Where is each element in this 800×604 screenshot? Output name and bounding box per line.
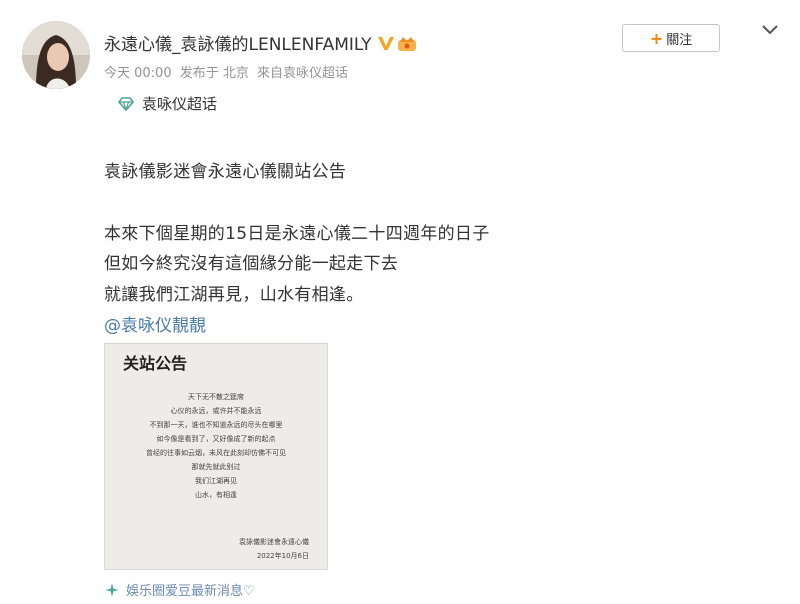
follow-button[interactable]: + 關注 <box>622 24 720 52</box>
post-time[interactable]: 今天 00:00 <box>104 66 172 81</box>
post-meta: 今天 00:00 发布于 北京 來自袁咏仪超话 <box>104 62 352 81</box>
more-options-chevron-down-icon[interactable] <box>760 22 780 38</box>
supertopic-label: 袁咏仪超话 <box>142 95 218 113</box>
badges <box>377 34 418 52</box>
notice-line: 那就先就此别过 <box>191 463 241 471</box>
notice-line: 曾经的往事如云烟，未风在此刻却仿佛不可见 <box>146 449 286 457</box>
notice-line: 心仪的永远，或许并不能永远 <box>170 407 262 415</box>
verified-v-icon <box>378 36 395 50</box>
follow-label: 關注 <box>666 32 693 48</box>
username-row: 永遠心儀_袁詠儀的LENLENFAMILY <box>104 30 418 55</box>
supertopic-link[interactable]: 袁咏仪超话 <box>118 93 217 114</box>
notice-line: 如今像是看到了，又好像成了新的起点 <box>156 435 276 443</box>
notice-line: 我们江湖再见 <box>195 477 237 485</box>
post-location: 发布于 北京 <box>179 66 249 81</box>
notice-line: 天下无不散之筵席 <box>188 393 244 401</box>
mention-link[interactable]: @袁咏仪靚靚 <box>104 311 206 336</box>
post-text-line: 袁詠儀影迷會永遠心儀關站公告 <box>104 162 347 182</box>
plus-icon: + <box>649 28 664 48</box>
username[interactable]: 永遠心儀_袁詠儀的LENLENFAMILY <box>104 30 371 55</box>
post-text-line: 就讓我們江湖再見，山水有相逢。 <box>104 285 364 305</box>
post-source[interactable]: 來自袁咏仪超话 <box>257 66 348 81</box>
post-text-line: 本來下個星期的15日是永遠心儀二十四週年的日子 <box>104 224 490 244</box>
diamond-icon <box>118 96 134 111</box>
notice-line: 山水，有相逢 <box>195 491 237 499</box>
crown-icon <box>398 36 417 51</box>
notice-date: 2022年10月6日 <box>256 552 309 560</box>
sparkle-icon <box>104 582 120 598</box>
source-tag[interactable]: 娛乐圈爱豆最新消息♡ <box>104 580 255 599</box>
source-label: 娛乐圈爱豆最新消息♡ <box>126 584 255 599</box>
notice-title: 关站公告 <box>123 354 188 373</box>
notice-signature: 袁詠儀影迷會永遠心儀 <box>239 538 309 546</box>
post-image-notice[interactable]: 关站公告 天下无不散之筵席 心仪的永远，或许并不能永远 不到那一天，谁也不知道永… <box>104 343 328 570</box>
avatar-image <box>22 21 90 89</box>
post-text-line: 但如今終究沒有這個緣分能一起走下去 <box>104 254 399 274</box>
notice-line: 不到那一天，谁也不知道永远的尽头在哪里 <box>149 421 283 429</box>
avatar[interactable] <box>22 21 90 89</box>
notice-body: 天下无不散之筵席 心仪的永远，或许并不能永远 不到那一天，谁也不知道永远的尽头在… <box>105 390 327 502</box>
